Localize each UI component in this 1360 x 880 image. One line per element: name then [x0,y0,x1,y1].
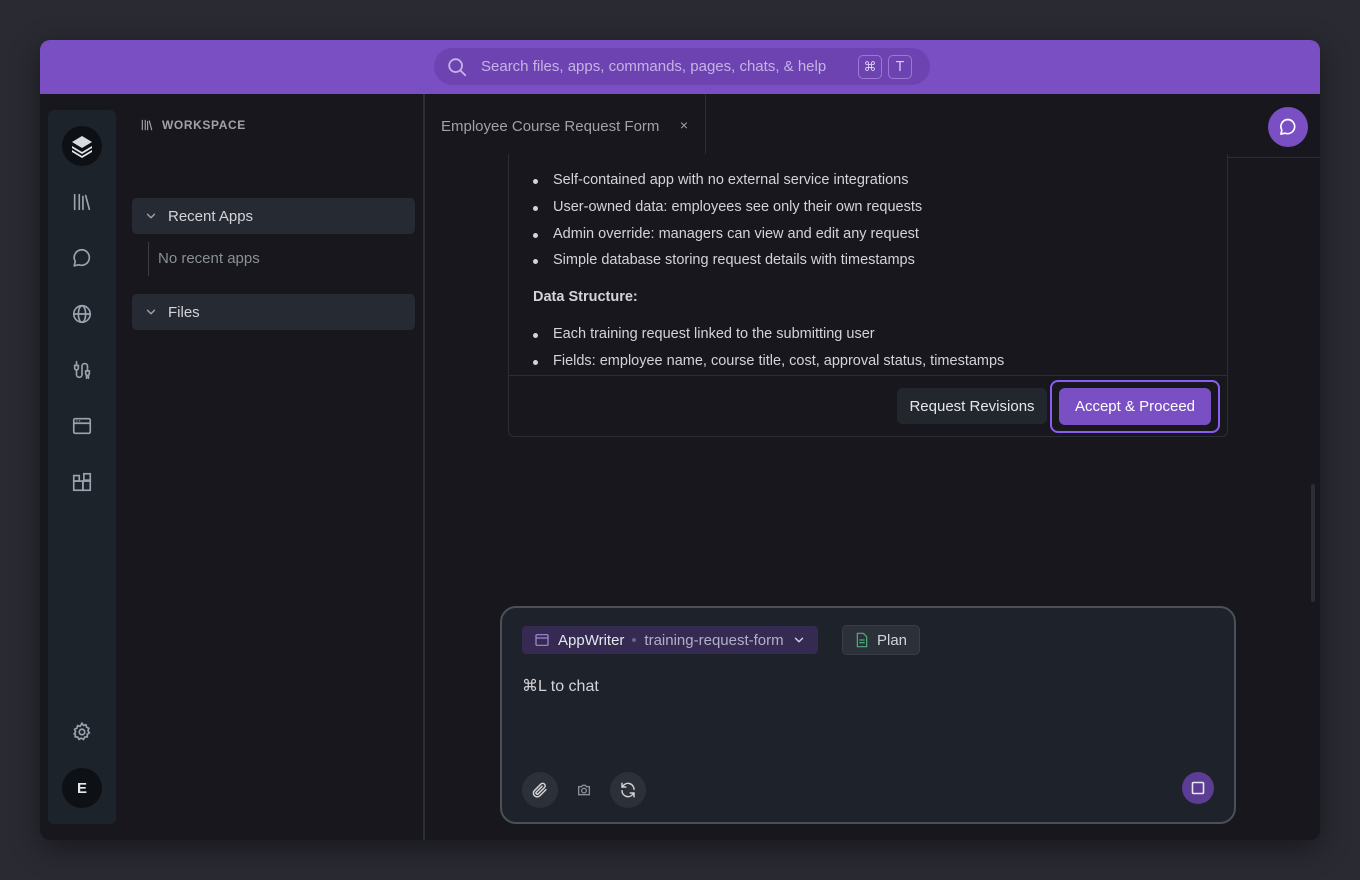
chat-composer: AppWriter training-request-form Plan ⌘L … [500,606,1236,824]
list-item: Simple database storing request details … [533,252,915,268]
plan-card-footer: Request Revisions Accept & Proceed [509,375,1227,435]
attach-button[interactable] [522,772,558,808]
camera-icon [578,784,590,796]
gear-icon[interactable] [70,720,94,744]
list-item: User-owned data: employees see only thei… [533,199,922,215]
screenshot-button[interactable] [566,772,602,808]
chat-bubble-icon [1280,118,1296,135]
no-recent-apps-text: No recent apps [148,242,260,276]
browser-window-icon[interactable] [70,414,94,438]
global-search[interactable]: Search files, apps, commands, pages, cha… [434,48,930,85]
recent-apps-label: Recent Apps [168,207,254,225]
app-context-chip[interactable]: AppWriter training-request-form [522,626,818,654]
list-item: Fields: employee name, course title, cos… [533,353,1004,369]
close-icon[interactable]: × [677,118,691,132]
content-scrollbar[interactable] [1311,484,1315,602]
files-label: Files [168,303,200,321]
plan-chip-label: Plan [877,631,908,649]
workspace-header: WORKSPACE [140,118,246,132]
search-icon [448,58,467,77]
search-placeholder: Search files, apps, commands, pages, cha… [481,58,827,75]
list-item: Admin override: managers can view and ed… [533,226,919,242]
separator-dot [632,638,637,642]
globe-icon[interactable] [70,302,94,326]
shortcut-t-key: T [888,55,912,79]
open-chat-button[interactable] [1268,107,1308,147]
paperclip-icon [532,782,547,798]
files-section[interactable]: Files [132,294,415,330]
plan-card: Self-contained app with no external serv… [508,154,1228,437]
app-window: Search files, apps, commands, pages, cha… [40,40,1320,840]
project-name: training-request-form [644,631,784,649]
workspace-label: WORKSPACE [162,118,246,132]
library-small-icon [141,119,153,131]
app-name: AppWriter [558,631,625,649]
user-avatar[interactable]: E [62,768,102,808]
workspace-sidebar: WORKSPACE Recent Apps No recent apps Fil… [124,94,424,840]
apps-grid-icon[interactable] [70,470,94,494]
data-structure-heading: Data Structure: [533,289,638,305]
refresh-button[interactable] [610,772,646,808]
library-icon[interactable] [70,190,94,214]
tab-employee-course-request-form[interactable]: Employee Course Request Form × [425,94,706,158]
list-item: Each training request linked to the subm… [533,326,875,342]
chevron-down-icon [146,213,156,219]
stop-button[interactable] [1182,772,1214,804]
logo-icon [72,136,92,158]
chat-bubble-icon[interactable] [70,246,94,270]
icon-rail: E [48,110,116,824]
tab-label: Employee Course Request Form [441,117,660,135]
shortcut-cmd-key: ⌘ [858,55,882,79]
plan-chip[interactable]: Plan [842,625,921,655]
document-icon [856,632,868,648]
list-item: Self-contained app with no external serv… [533,172,908,188]
chevron-down-icon [794,637,803,643]
recent-apps-section[interactable]: Recent Apps [132,198,415,234]
chevron-down-icon [146,309,156,315]
top-bar: Search files, apps, commands, pages, cha… [40,40,1320,94]
request-revisions-button[interactable]: Request Revisions [897,388,1047,424]
refresh-icon [621,782,635,798]
chat-input[interactable]: ⌘L to chat [522,676,599,696]
app-logo[interactable] [62,126,102,166]
tab-bar: Employee Course Request Form × [425,94,1320,158]
browser-window-icon [535,634,549,646]
accept-proceed-button[interactable]: Accept & Proceed [1059,388,1211,425]
stop-square-icon [1191,781,1205,795]
integrations-icon[interactable] [70,358,94,382]
